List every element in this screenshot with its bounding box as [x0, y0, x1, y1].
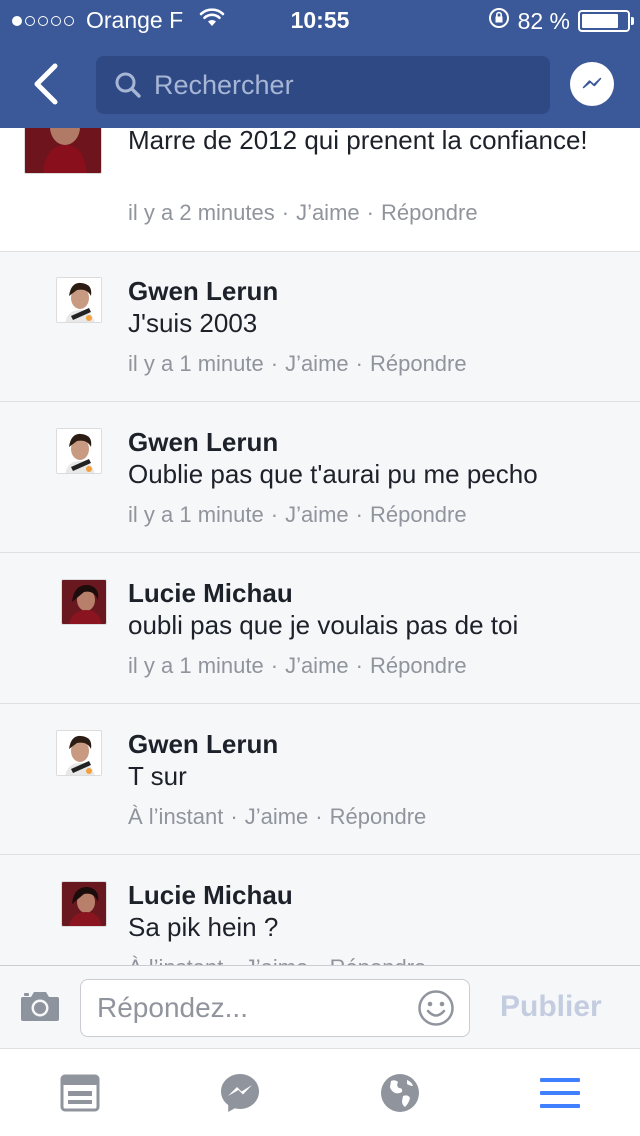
like-link[interactable]: J’aime — [296, 200, 360, 225]
battery-icon — [578, 10, 634, 32]
reply-link[interactable]: Répondre — [370, 502, 467, 527]
reply-composer: Publier — [0, 965, 640, 1049]
separator-dot: · — [270, 653, 279, 678]
comment-time: À l’instant — [128, 955, 223, 965]
reply-link[interactable]: Répondre — [370, 351, 467, 376]
camera-button[interactable] — [18, 988, 62, 1024]
comment-item: Lucie Michau oubli pas que je voulais pa… — [0, 554, 640, 704]
back-button[interactable] — [22, 60, 70, 108]
avatar[interactable] — [24, 128, 102, 174]
emoji-button[interactable] — [417, 989, 455, 1027]
like-link[interactable]: J’aime — [285, 653, 349, 678]
comment-meta: il y a 2 minutes · J’aime · Répondre — [128, 200, 478, 226]
search-bar[interactable] — [96, 56, 550, 114]
comment-text: Sa pik hein ? — [128, 912, 279, 942]
separator-dot: · — [230, 804, 238, 829]
reply-link[interactable]: Répondre — [330, 804, 427, 829]
globe-icon — [381, 1074, 419, 1112]
app-header: Orange F 10:55 82 % — [0, 0, 640, 128]
comment-item: Gwen Lerun T sur À l’instant · J’aime · Répo… — [0, 705, 640, 855]
avatar[interactable] — [61, 881, 107, 927]
comment-meta: À l’instant · J’aime · Répondre — [128, 955, 426, 965]
publish-button[interactable]: Publier — [500, 990, 602, 1024]
avatar[interactable] — [56, 730, 102, 776]
avatar[interactable] — [56, 428, 102, 474]
comment-time: il y a 1 minute — [128, 502, 264, 527]
comment-text: Oublie pas que t'aurai pu me pecho — [128, 459, 538, 489]
comment-meta: il y a 1 minute · J’aime · Répondre — [128, 351, 467, 377]
comment-item: Lucie Michau Sa pik hein ? À l’instant · J… — [0, 856, 640, 965]
comment-author[interactable]: Gwen Lerun — [128, 427, 278, 458]
messenger-icon — [221, 1074, 259, 1112]
chevron-left-icon — [34, 63, 58, 105]
reply-field[interactable] — [80, 979, 470, 1037]
smiley-icon — [418, 990, 454, 1026]
separator-dot: · — [315, 804, 323, 829]
separator-dot: · — [366, 200, 374, 225]
navigation-bar — [0, 40, 640, 128]
camera-icon — [21, 992, 59, 1021]
news-feed-icon — [60, 1074, 100, 1112]
messenger-icon — [582, 77, 602, 89]
like-link[interactable]: J’aime — [245, 955, 309, 965]
battery-percent: 82 % — [517, 7, 570, 34]
rotation-lock-icon — [488, 7, 510, 35]
separator-dot: · — [281, 200, 290, 225]
comment-time: il y a 1 minute — [128, 351, 264, 376]
comment-text: T sur — [128, 761, 187, 791]
status-right: 82 % — [488, 7, 634, 35]
comment-author[interactable]: Gwen Lerun — [128, 729, 278, 760]
bottom-tab-bar — [0, 1049, 640, 1136]
comment-item: Gwen Lerun Oublie pas que t'aurai pu me … — [0, 403, 640, 553]
separator-dot: · — [270, 351, 279, 376]
messenger-button[interactable] — [570, 62, 614, 106]
avatar[interactable] — [56, 277, 102, 323]
battery-fill — [582, 14, 619, 28]
comment-text: oubli pas que je voulais pas de toi — [128, 610, 519, 640]
reply-link[interactable]: Répondre — [330, 955, 427, 965]
comments-list: Marre de 2012 qui prenent la confiance! … — [0, 128, 640, 965]
separator-dot: · — [230, 955, 237, 965]
separator-dot: · — [355, 351, 363, 376]
status-bar: Orange F 10:55 82 % — [0, 0, 640, 40]
like-link[interactable]: J’aime — [285, 502, 349, 527]
comment-item: Marre de 2012 qui prenent la confiance! … — [0, 128, 640, 252]
avatar[interactable] — [61, 579, 107, 625]
comment-author[interactable]: Gwen Lerun — [128, 276, 278, 307]
comment-time: il y a 1 minute — [128, 653, 264, 678]
like-link[interactable]: J’aime — [245, 804, 309, 829]
tab-notifications[interactable] — [378, 1071, 422, 1115]
comment-meta: il y a 1 minute · J’aime · Répondre — [128, 653, 467, 679]
menu-icon — [540, 1078, 580, 1108]
comment-time: il y a 2 minutes — [128, 200, 275, 225]
comment-text: J'suis 2003 — [128, 308, 258, 338]
reply-link[interactable]: Répondre — [370, 653, 467, 678]
reply-link[interactable]: Répondre — [381, 200, 478, 225]
search-icon — [114, 71, 142, 99]
comment-meta: il y a 1 minute · J’aime · Répondre — [128, 502, 467, 528]
separator-dot: · — [355, 502, 363, 527]
comment-text: Marre de 2012 qui prenent la confiance! — [128, 128, 588, 155]
comment-meta: À l’instant·J’aime·Répondre — [128, 804, 426, 830]
reply-input[interactable] — [97, 990, 397, 1026]
comment-item: Gwen Lerun J'suis 2003 il y a 1 minute · J… — [0, 252, 640, 402]
like-link[interactable]: J’aime — [285, 351, 349, 376]
separator-dot: · — [270, 502, 279, 527]
comment-author[interactable]: Lucie Michau — [128, 880, 293, 911]
tab-menu[interactable] — [538, 1071, 582, 1115]
tab-messenger[interactable] — [218, 1071, 262, 1115]
search-input[interactable] — [154, 69, 534, 101]
separator-dot: · — [355, 653, 363, 678]
comment-author[interactable]: Lucie Michau — [128, 578, 293, 609]
tab-news-feed[interactable] — [58, 1071, 102, 1115]
comment-time: À l’instant — [128, 804, 224, 829]
separator-dot: · — [315, 955, 322, 965]
